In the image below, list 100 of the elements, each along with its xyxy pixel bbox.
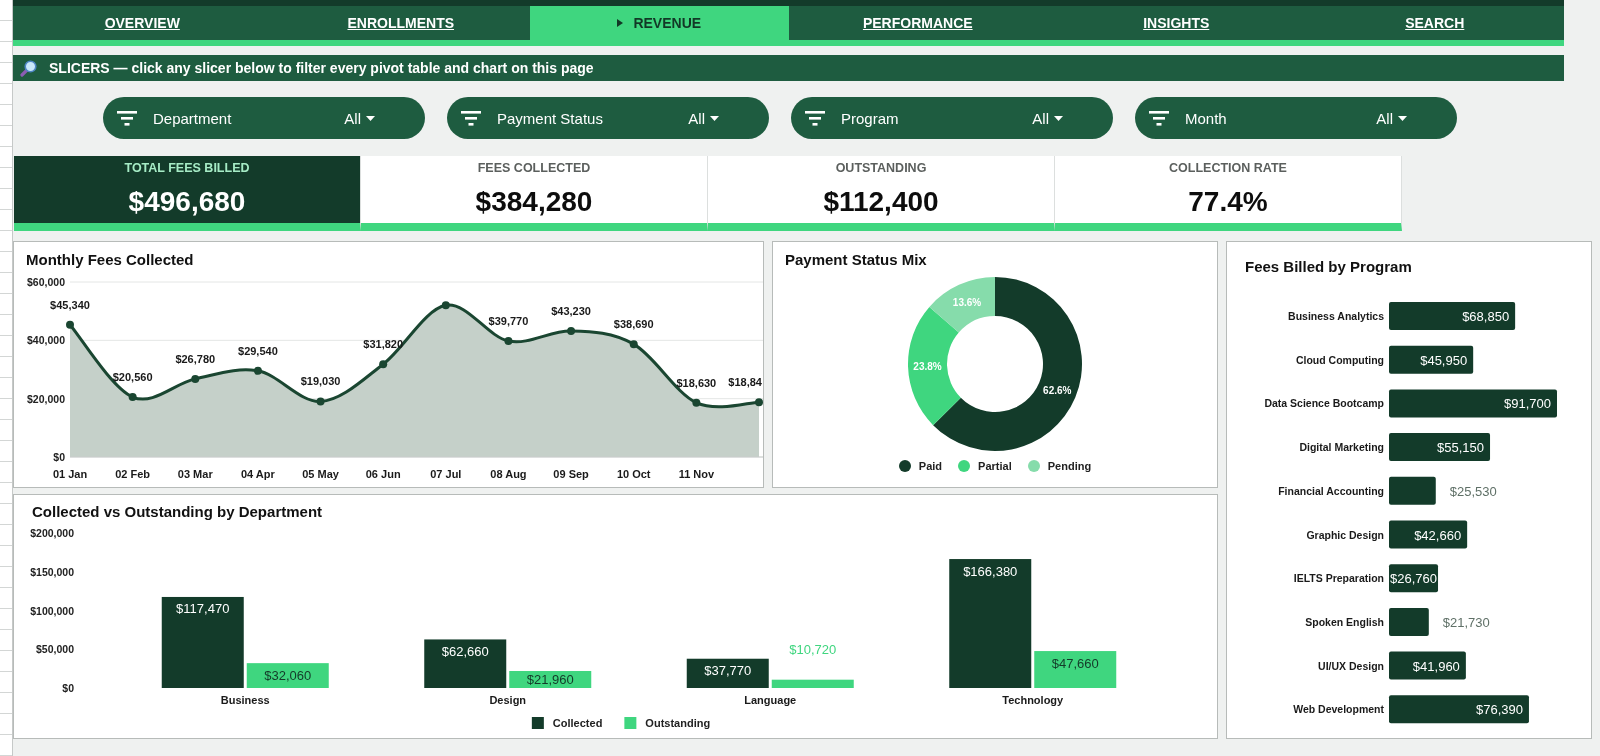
nav-tab[interactable]: SEARCH [1305,6,1564,40]
search-icon [20,59,37,77]
axis-label: 04 Apr [241,468,275,480]
axis-label: Financial Accounting [1278,484,1384,497]
axis-label: $150,000 [30,565,74,578]
chart-title: Payment Status Mix [784,250,928,269]
axis-label: 09 Sep [553,468,589,480]
axis-label: Technology [1002,694,1064,706]
legend-label: Collected [552,717,603,729]
axis-label: Web Development [1293,703,1384,716]
axis-label: Cloud Computing [1295,353,1384,366]
value-label: $32,060 [264,667,312,683]
axis-label: $100,000 [30,604,74,617]
legend-label: Paid [918,460,943,472]
axis-label: $60,000 [27,276,65,288]
value-label: $37,770 [704,663,752,679]
data-label: $26,780 [175,352,216,365]
axis-label: Data Science Bootcamp [1264,397,1384,410]
nav-tab[interactable]: OVERVIEW [13,6,272,40]
data-label: $38,690 [613,318,654,331]
axis-label: 01 Jan [52,468,88,480]
axis-label: 05 May [302,468,339,480]
axis-label: Language [744,694,797,706]
value-label: $76,390 [1475,702,1523,718]
axis-label: 08 Aug [490,468,527,480]
axis-label: IELTS Preparation [1293,572,1384,585]
axis-label: 02 Feb [115,468,151,480]
axis-label: $0 [62,682,74,694]
banner-text: SLICERS — click any slicer below to filter every pivot table and chart on this page [49,60,594,76]
axis-label: Digital Marketing [1299,441,1384,454]
value-label: $26,760 [1390,571,1437,587]
axis-label: Graphic Design [1306,528,1384,541]
kpi-value: 77.4% [1187,186,1269,218]
filter-icon [1149,110,1169,126]
nav-tab[interactable]: ENROLLMENTS [271,6,530,40]
kpi-value: $112,400 [822,186,940,218]
value-label: $55,150 [1437,440,1485,456]
axis-label: UI/UX Design [1318,659,1384,672]
data-label: 62.6% [1043,384,1072,396]
nav-tab[interactable]: PERFORMANCE [788,6,1047,40]
slicer-dropdown[interactable]: Month All [1135,97,1457,139]
chart-title: Fees Billed by Program [1244,257,1413,276]
data-label: $45,340 [50,298,90,311]
caret-icon [366,115,375,121]
filter-icon [461,110,481,126]
value-label: $62,660 [441,643,489,659]
filter-icon [117,110,137,126]
data-label: 23.8% [913,360,942,372]
value-label: $21,730 [1442,614,1490,630]
data-label: $18,84 [728,376,762,389]
axis-label: $50,000 [36,643,74,656]
caret-icon [1054,115,1063,121]
legend-label: Pending [1047,460,1092,472]
value-label: $166,380 [963,563,1018,579]
nav-tab[interactable]: REVENUE [530,6,789,40]
kpi-label: OUTSTANDING [834,161,928,176]
axis-label: $200,000 [30,527,74,539]
data-label: $39,770 [488,315,529,327]
value-label: $117,470 [176,601,230,617]
value-label: $68,850 [1462,309,1510,324]
value-label: $41,960 [1412,658,1460,674]
axis-label: Business Analytics [1288,310,1384,322]
legend-label: Partial [978,460,1012,472]
axis-label: $0 [53,451,65,463]
caret-icon [1398,115,1407,121]
kpi-value: $496,680 [127,186,247,218]
data-label: $29,540 [238,344,278,357]
axis-label: 03 Mar [177,468,213,480]
axis-label: 10 Oct [616,468,651,480]
chart-title: Monthly Fees Collected [25,250,195,269]
kpi-label: TOTAL FEES BILLED [123,161,251,176]
axis-label: Business [220,694,270,706]
axis-label: 11 Nov [678,468,715,480]
axis-label: 07 Jul [430,468,462,480]
data-label: $43,230 [551,304,591,317]
axis-label: $20,000 [27,392,65,405]
slicer-dropdown[interactable]: Payment Status All [447,97,769,139]
value-label: $91,700 [1504,396,1551,412]
data-label: $19,030 [300,375,341,388]
value-label: $45,950 [1420,352,1468,368]
triangle-icon [617,19,624,27]
kpi-label: COLLECTION RATE [1168,161,1288,176]
value-label: $47,660 [1051,655,1099,671]
value-label: $21,960 [526,672,574,687]
value-label: $42,660 [1414,527,1462,543]
kpi-label: FEES COLLECTED [476,161,592,176]
value-label: $10,720 [789,641,837,657]
nav-tab[interactable]: INSIGHTS [1047,6,1306,40]
chart-title: Collected vs Outstanding by Department [31,502,324,521]
value-label: $25,530 [1449,483,1497,499]
slicer-dropdown[interactable]: Department All [103,97,425,139]
axis-label: 06 Jun [365,468,401,480]
data-label: $20,560 [112,371,153,384]
slicer-dropdown[interactable]: Program All [791,97,1113,139]
data-label: $18,630 [676,376,717,389]
filter-icon [805,110,825,126]
caret-icon [710,115,719,121]
kpi-value: $384,280 [474,186,594,218]
legend-label: Outstanding [645,717,711,729]
data-label: 13.6% [952,297,982,309]
